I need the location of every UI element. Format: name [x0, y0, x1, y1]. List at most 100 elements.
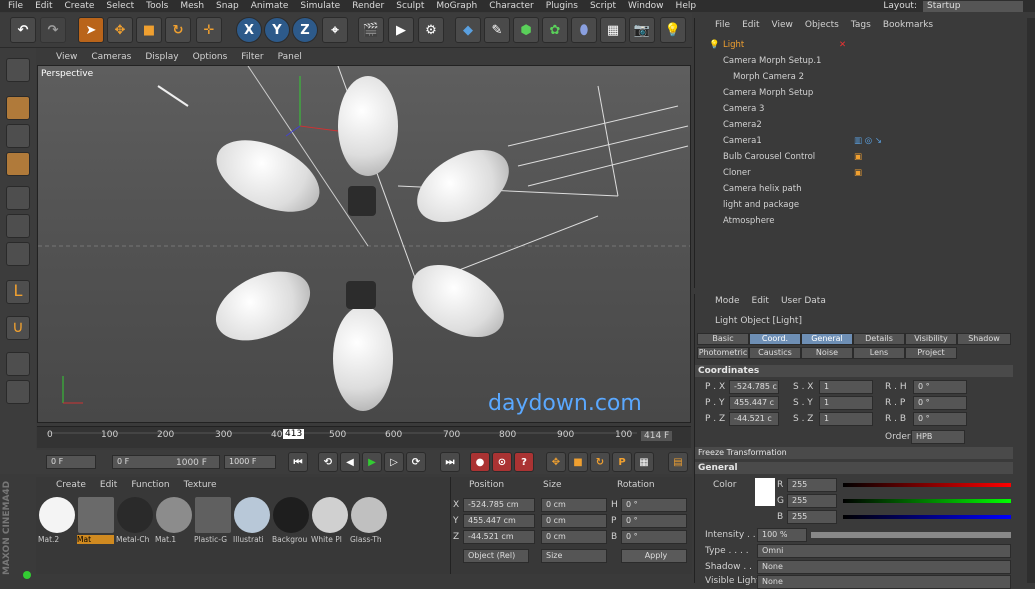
- key-rotation-icon[interactable]: ↻: [590, 452, 610, 472]
- tab-lens[interactable]: Lens: [853, 347, 905, 359]
- coord-mode-dropdown[interactable]: Object (Rel): [463, 549, 529, 563]
- current-frame-field[interactable]: 0 F: [46, 455, 96, 469]
- material-swatch[interactable]: Mat: [77, 497, 114, 549]
- menu-animate[interactable]: Animate: [251, 1, 289, 11]
- menu-select[interactable]: Select: [106, 1, 134, 11]
- viewport[interactable]: Perspective daydown.com ✥ ⬍ ↻ ▢: [37, 65, 691, 423]
- menu-tools[interactable]: Tools: [146, 1, 168, 11]
- intensity-slider[interactable]: [811, 532, 1011, 538]
- coord-rot-h[interactable]: 0 °: [621, 498, 687, 512]
- lock-workplane-icon[interactable]: [6, 380, 30, 404]
- shadow-dropdown[interactable]: None: [757, 560, 1011, 574]
- timeline-icon[interactable]: ▤: [668, 452, 688, 472]
- object-row[interactable]: 💡 Light ✕: [699, 37, 1021, 53]
- coord-pos-z[interactable]: -44.521 cm: [463, 530, 535, 544]
- make-editable-icon[interactable]: [6, 58, 30, 82]
- menu-mograph[interactable]: MoGraph: [436, 1, 477, 11]
- scale-x-field[interactable]: 1: [819, 380, 873, 394]
- material-menu-edit[interactable]: Edit: [100, 480, 117, 490]
- coord-rot-b[interactable]: 0 °: [621, 530, 687, 544]
- record-icon[interactable]: ●: [470, 452, 490, 472]
- object-row[interactable]: Camera1 ▥ ◎ ↘: [699, 133, 1021, 149]
- goto-end-icon[interactable]: ⏭: [440, 452, 460, 472]
- coord-size-y[interactable]: 0 cm: [541, 514, 607, 528]
- object-row[interactable]: Camera helix path: [699, 181, 1021, 197]
- menu-create[interactable]: Create: [65, 1, 95, 11]
- object-row[interactable]: Morph Camera 2: [699, 69, 1021, 85]
- transform-tool-icon[interactable]: ✛: [196, 17, 222, 43]
- camera-tags-icon[interactable]: ▥ ◎ ↘: [854, 136, 882, 146]
- menu-mesh[interactable]: Mesh: [180, 1, 204, 11]
- object-menu-objects[interactable]: Objects: [805, 20, 839, 30]
- menu-render[interactable]: Render: [352, 1, 384, 11]
- object-row[interactable]: Camera2: [699, 117, 1021, 133]
- color-g-slider[interactable]: [843, 499, 1011, 503]
- scale-y-field[interactable]: 1: [819, 396, 873, 410]
- points-mode-icon[interactable]: [6, 186, 30, 210]
- keyframe-selection-icon[interactable]: ?: [514, 452, 534, 472]
- apply-button[interactable]: Apply: [621, 549, 687, 563]
- menu-character[interactable]: Character: [489, 1, 533, 11]
- light-icon[interactable]: 💡: [660, 17, 686, 43]
- attr-menu-edit[interactable]: Edit: [752, 296, 769, 306]
- key-scale-icon[interactable]: ■: [568, 452, 588, 472]
- playhead[interactable]: 413: [283, 429, 305, 439]
- coord-size-mode-dropdown[interactable]: Size: [541, 549, 607, 563]
- edges-mode-icon[interactable]: [6, 214, 30, 238]
- object-menu-tags[interactable]: Tags: [851, 20, 871, 30]
- object-row[interactable]: Camera Morph Setup: [699, 85, 1021, 101]
- polygons-mode-icon[interactable]: [6, 242, 30, 266]
- xpresso-tag-icon[interactable]: ▣: [854, 168, 862, 178]
- rotate-tool-icon[interactable]: ↻: [165, 17, 191, 43]
- deformer-icon[interactable]: ⬮: [571, 17, 597, 43]
- freeze-transformation-toggle[interactable]: Freeze Transformation: [695, 447, 1013, 459]
- object-menu-file[interactable]: File: [715, 20, 730, 30]
- visible-light-dropdown[interactable]: None: [757, 575, 1011, 589]
- object-row[interactable]: light and package: [699, 197, 1021, 213]
- pos-y-field[interactable]: 455.447 c: [729, 396, 779, 410]
- object-row[interactable]: Cloner ▣: [699, 165, 1021, 181]
- key-pla-icon[interactable]: ▦: [634, 452, 654, 472]
- material-swatch[interactable]: Mat.2: [38, 497, 75, 549]
- color-r-slider[interactable]: [843, 483, 1011, 487]
- coord-size-z[interactable]: 0 cm: [541, 530, 607, 544]
- rot-h-field[interactable]: 0 °: [913, 380, 967, 394]
- spline-pen-icon[interactable]: ✎: [484, 17, 510, 43]
- coord-rot-p[interactable]: 0 °: [621, 514, 687, 528]
- redo-icon[interactable]: ↷: [40, 17, 66, 43]
- axis-mode-icon[interactable]: L: [6, 280, 30, 304]
- object-row[interactable]: Atmosphere: [699, 213, 1021, 229]
- cube-icon[interactable]: ◆: [455, 17, 481, 43]
- order-dropdown[interactable]: HPB: [911, 430, 965, 444]
- material-swatch[interactable]: Mat.1: [155, 497, 192, 549]
- material-menu-function[interactable]: Function: [131, 480, 169, 490]
- delete-tag-icon[interactable]: ✕: [839, 40, 846, 50]
- y-axis-lock-button[interactable]: Y: [264, 17, 290, 43]
- intensity-field[interactable]: 100 %: [757, 528, 807, 542]
- rot-p-field[interactable]: 0 °: [913, 396, 967, 410]
- color-b-field[interactable]: 255: [787, 510, 837, 524]
- menu-plugins[interactable]: Plugins: [546, 1, 578, 11]
- menu-help[interactable]: Help: [676, 1, 697, 11]
- menu-script[interactable]: Script: [590, 1, 616, 11]
- next-frame-icon[interactable]: ▷: [384, 452, 404, 472]
- floor-icon[interactable]: ▦: [600, 17, 626, 43]
- viewport-menu-filter[interactable]: Filter: [241, 52, 263, 62]
- menu-snap[interactable]: Snap: [216, 1, 239, 11]
- material-menu-texture[interactable]: Texture: [184, 480, 217, 490]
- rot-b-field[interactable]: 0 °: [913, 412, 967, 426]
- object-menu-edit[interactable]: Edit: [742, 20, 759, 30]
- object-menu-bookmarks[interactable]: Bookmarks: [883, 20, 933, 30]
- scale-z-field[interactable]: 1: [819, 412, 873, 426]
- next-key-icon[interactable]: ⟳: [406, 452, 426, 472]
- x-axis-lock-button[interactable]: X: [236, 17, 262, 43]
- workplane-icon[interactable]: [6, 152, 30, 176]
- viewport-menu-cameras[interactable]: Cameras: [91, 52, 131, 62]
- tab-basic[interactable]: Basic: [697, 333, 749, 345]
- color-r-field[interactable]: 255: [787, 478, 837, 492]
- pos-z-field[interactable]: -44.521 c: [729, 412, 779, 426]
- world-coordinate-icon[interactable]: ⌖: [322, 17, 348, 43]
- color-g-field[interactable]: 255: [787, 494, 837, 508]
- move-tool-icon[interactable]: ✥: [107, 17, 133, 43]
- autokey-icon[interactable]: ⊙: [492, 452, 512, 472]
